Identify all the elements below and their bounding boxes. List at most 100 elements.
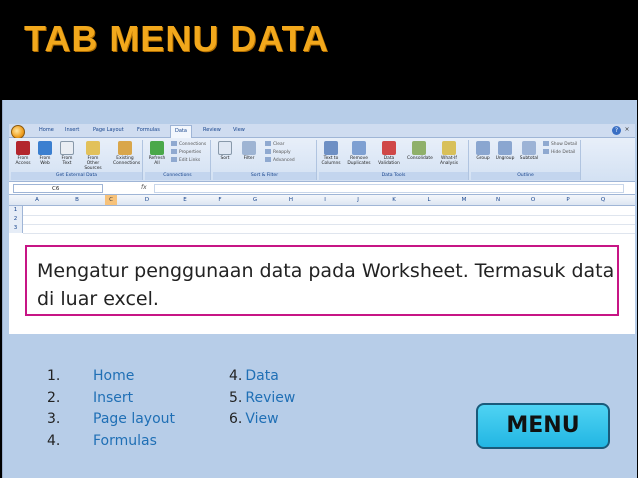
row-header[interactable]: 1 bbox=[9, 206, 23, 215]
tab-view[interactable]: View bbox=[233, 127, 245, 133]
what-if-icon bbox=[442, 141, 456, 155]
consolidate-icon bbox=[412, 141, 426, 155]
column-header[interactable]: B bbox=[71, 197, 83, 203]
connections-icon bbox=[118, 141, 132, 155]
title-bar: TAB MENU DATA bbox=[0, 0, 638, 88]
show-detail-button[interactable]: Show Detail bbox=[543, 141, 577, 147]
list-item: 6. View bbox=[229, 411, 279, 427]
from-access-button[interactable]: From Access bbox=[11, 141, 35, 166]
data-validation-icon bbox=[382, 141, 396, 155]
column-header[interactable]: O bbox=[527, 197, 539, 203]
web-icon bbox=[38, 141, 52, 155]
list-item: 4. Formulas bbox=[47, 432, 157, 449]
column-header[interactable]: K bbox=[388, 197, 400, 203]
ungroup-icon bbox=[498, 141, 512, 155]
advanced-button[interactable]: Advanced bbox=[265, 157, 295, 163]
column-header[interactable]: M bbox=[458, 197, 470, 203]
column-header[interactable]: J bbox=[352, 197, 364, 203]
column-headers: A B C D E F G H I J K L M N O P Q bbox=[9, 195, 635, 206]
group-label: Data Tools bbox=[319, 172, 468, 180]
from-other-sources-button[interactable]: From Other Sources bbox=[81, 141, 105, 171]
row-header[interactable]: 3 bbox=[9, 224, 23, 233]
group-sort-filter: Sort Filter Clear Reapply Advanced Sort … bbox=[213, 140, 317, 180]
row-header[interactable]: 2 bbox=[9, 215, 23, 224]
tab-review[interactable]: Review bbox=[203, 127, 221, 133]
reapply-button[interactable]: Reapply bbox=[265, 149, 291, 155]
filter-button[interactable]: Filter bbox=[237, 141, 261, 161]
column-header[interactable]: Q bbox=[597, 197, 609, 203]
from-web-button[interactable]: From Web bbox=[33, 141, 57, 166]
fx-icon[interactable]: fx bbox=[141, 184, 147, 191]
column-header[interactable]: G bbox=[249, 197, 261, 203]
column-header[interactable]: E bbox=[179, 197, 191, 203]
subtotal-button[interactable]: Subtotal bbox=[517, 141, 541, 161]
close-icon[interactable]: × bbox=[623, 126, 631, 134]
text-to-columns-button[interactable]: Text to Columns bbox=[319, 141, 343, 166]
formula-input[interactable] bbox=[154, 184, 624, 193]
column-header[interactable]: L bbox=[423, 197, 435, 203]
group-label: Get External Data bbox=[11, 172, 142, 180]
link-insert[interactable]: Insert bbox=[93, 390, 133, 406]
tab-home[interactable]: Home bbox=[39, 127, 54, 133]
group-label: Connections bbox=[145, 172, 210, 180]
link-home[interactable]: Home bbox=[93, 368, 134, 384]
hide-detail-button[interactable]: Hide Detail bbox=[543, 149, 575, 155]
office-button-icon[interactable] bbox=[11, 125, 25, 139]
group-button[interactable]: Group bbox=[471, 141, 495, 161]
what-if-analysis-button[interactable]: What-If Analysis bbox=[437, 141, 461, 166]
filter-icon bbox=[242, 141, 256, 155]
group-icon bbox=[476, 141, 490, 155]
tab-insert[interactable]: Insert bbox=[65, 127, 79, 133]
sort-icon bbox=[218, 141, 232, 155]
edit-links-button[interactable]: Edit Links bbox=[171, 157, 200, 163]
list-item: 2. Insert bbox=[47, 389, 134, 406]
group-get-external-data: From Access From Web From Text From Othe… bbox=[11, 140, 143, 180]
name-box[interactable]: C6 bbox=[13, 184, 103, 193]
list-item: 3. Page layout bbox=[47, 411, 176, 427]
sort-az-button[interactable]: Sort bbox=[213, 141, 237, 161]
column-header[interactable]: D bbox=[141, 197, 153, 203]
link-page-layout[interactable]: Page layout bbox=[93, 411, 175, 427]
page-title: TAB MENU DATA bbox=[24, 18, 329, 59]
formula-bar: C6 fx bbox=[9, 182, 635, 195]
link-view[interactable]: View bbox=[245, 411, 278, 427]
data-validation-button[interactable]: Data Validation bbox=[377, 141, 401, 166]
connections-button[interactable]: Connections bbox=[171, 141, 206, 147]
column-header[interactable]: I bbox=[319, 197, 331, 203]
column-header[interactable]: A bbox=[31, 197, 43, 203]
ribbon: From Access From Web From Text From Othe… bbox=[9, 138, 635, 182]
clear-button[interactable]: Clear bbox=[265, 141, 284, 147]
existing-connections-button[interactable]: Existing Connections bbox=[113, 141, 140, 166]
group-connections: Refresh All Connections Properties Edit … bbox=[145, 140, 211, 180]
refresh-all-button[interactable]: Refresh All bbox=[145, 141, 169, 166]
from-text-button[interactable]: From Text bbox=[55, 141, 79, 166]
properties-button[interactable]: Properties bbox=[171, 149, 201, 155]
list-item: 1. Home bbox=[47, 368, 135, 384]
ribbon-tab-bar: Home Insert Page Layout Formulas Data Re… bbox=[9, 124, 635, 139]
tab-data[interactable]: Data bbox=[170, 125, 192, 138]
column-header-selected[interactable]: C bbox=[105, 195, 117, 205]
column-header[interactable]: H bbox=[285, 197, 297, 203]
link-formulas[interactable]: Formulas bbox=[93, 433, 157, 449]
column-header[interactable]: P bbox=[562, 197, 574, 203]
gridline bbox=[23, 233, 635, 234]
gridline bbox=[23, 224, 635, 225]
menu-list-left: 1. Home 2. Insert 3. Page layout 4. Formulas bbox=[47, 366, 175, 452]
tab-formulas[interactable]: Formulas bbox=[137, 127, 160, 133]
menu-button[interactable]: MENU bbox=[476, 403, 610, 449]
refresh-icon bbox=[150, 141, 164, 155]
help-icon[interactable]: ? bbox=[612, 126, 621, 135]
column-header[interactable]: N bbox=[492, 197, 504, 203]
link-review[interactable]: Review bbox=[245, 390, 295, 406]
column-header[interactable]: F bbox=[214, 197, 226, 203]
text-file-icon bbox=[60, 141, 74, 155]
subtotal-icon bbox=[522, 141, 536, 155]
group-outline: Group Ungroup Subtotal Show Detail Hide … bbox=[471, 140, 581, 180]
list-item: 5. Review bbox=[229, 389, 296, 406]
tab-page-layout[interactable]: Page Layout bbox=[93, 127, 124, 133]
group-label: Sort & Filter bbox=[213, 172, 316, 180]
remove-duplicates-button[interactable]: Remove Duplicates bbox=[347, 141, 371, 166]
consolidate-button[interactable]: Consolidate bbox=[407, 141, 433, 161]
link-data[interactable]: Data bbox=[245, 368, 278, 384]
ungroup-button[interactable]: Ungroup bbox=[493, 141, 517, 161]
